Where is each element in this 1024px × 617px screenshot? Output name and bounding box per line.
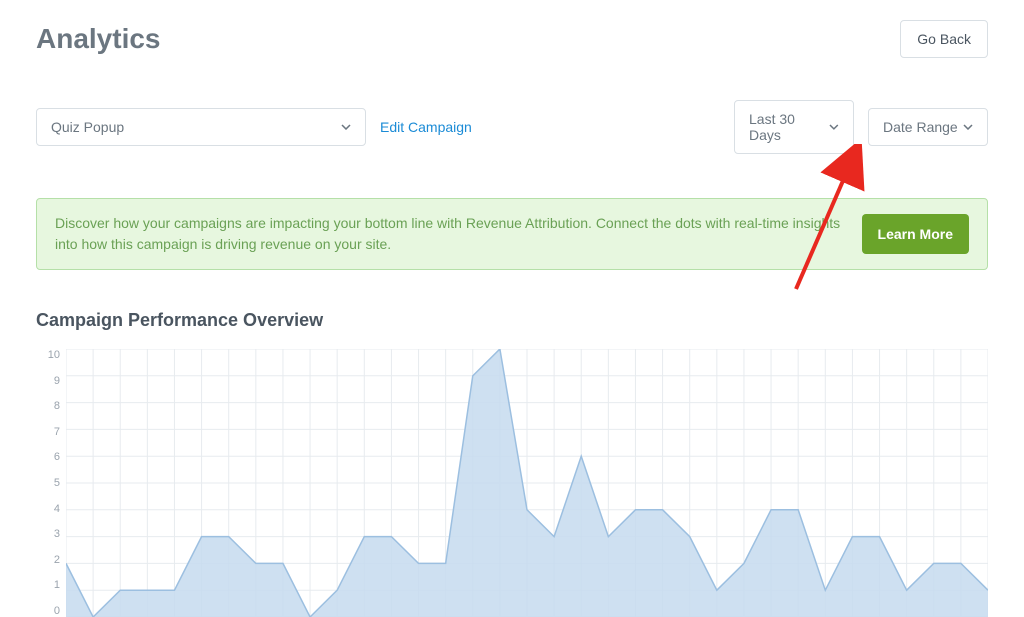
- chart-y-tick: 9: [54, 375, 60, 387]
- revenue-attribution-banner: Discover how your campaigns are impactin…: [36, 198, 988, 270]
- period-select[interactable]: Last 30 Days: [734, 100, 854, 154]
- chevron-down-icon: [963, 124, 973, 130]
- chart-y-tick: 0: [54, 605, 60, 617]
- period-select-value: Last 30 Days: [749, 111, 829, 143]
- chevron-down-icon: [341, 124, 351, 130]
- chart-y-tick: 1: [54, 579, 60, 591]
- chart-y-tick: 8: [54, 400, 60, 412]
- controls-row: Quiz Popup Edit Campaign Last 30 Days Da…: [36, 100, 988, 154]
- date-range-select[interactable]: Date Range: [868, 108, 988, 146]
- chart-plot-area: [66, 349, 988, 617]
- chart-y-tick: 7: [54, 426, 60, 438]
- campaign-select[interactable]: Quiz Popup: [36, 108, 366, 146]
- chart-y-tick: 5: [54, 477, 60, 489]
- page-title: Analytics: [36, 23, 161, 55]
- campaign-select-value: Quiz Popup: [51, 119, 124, 135]
- performance-chart: 109876543210: [36, 349, 988, 617]
- chart-y-tick: 4: [54, 503, 60, 515]
- chevron-down-icon: [829, 124, 839, 130]
- banner-text: Discover how your campaigns are impactin…: [55, 213, 842, 255]
- chart-y-tick: 3: [54, 528, 60, 540]
- chart-y-tick: 2: [54, 554, 60, 566]
- chart-y-axis: 109876543210: [36, 349, 66, 617]
- chart-y-tick: 6: [54, 451, 60, 463]
- date-range-select-value: Date Range: [883, 119, 958, 135]
- chart-y-tick: 10: [48, 349, 60, 361]
- learn-more-button[interactable]: Learn More: [862, 214, 969, 254]
- section-title: Campaign Performance Overview: [36, 310, 988, 331]
- header-row: Analytics Go Back: [36, 20, 988, 58]
- go-back-button[interactable]: Go Back: [900, 20, 988, 58]
- edit-campaign-link[interactable]: Edit Campaign: [380, 119, 472, 135]
